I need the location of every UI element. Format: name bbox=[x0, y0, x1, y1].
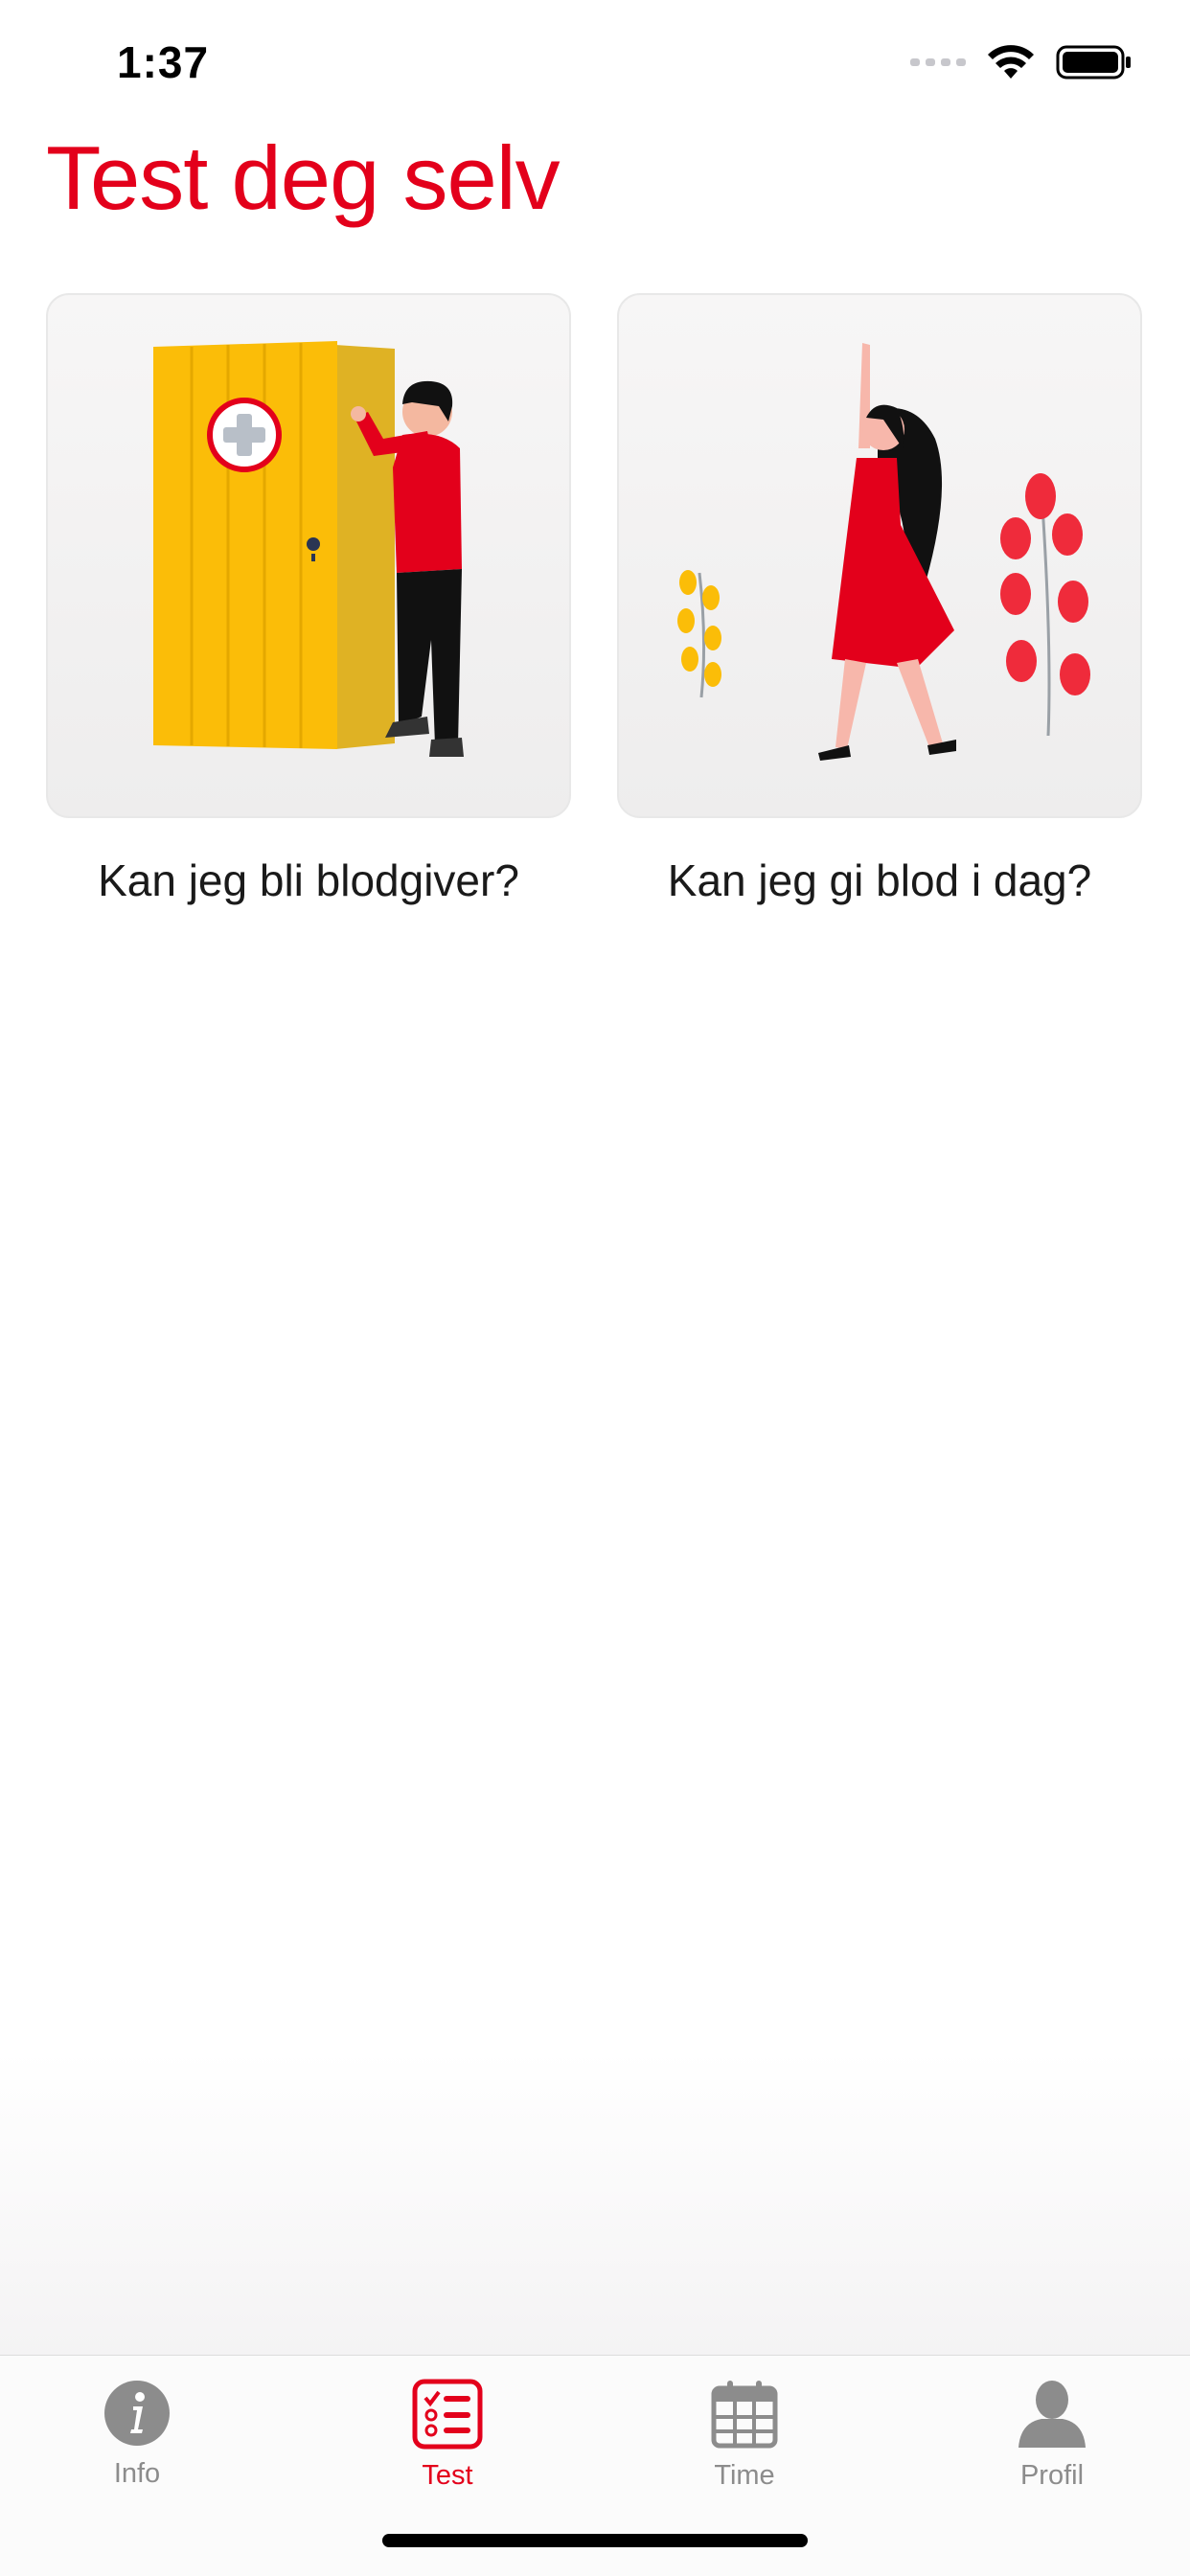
dancing-woman-illustration bbox=[617, 293, 1142, 818]
wifi-icon bbox=[988, 45, 1034, 79]
card-can-i-donate-today[interactable]: Kan jeg gi blod i dag? bbox=[617, 293, 1142, 906]
tab-profil[interactable]: Profil bbox=[975, 2379, 1129, 2492]
tab-info[interactable]: Info bbox=[60, 2379, 214, 2490]
cellular-signal-icon bbox=[910, 58, 966, 66]
tab-label: Time bbox=[714, 2460, 775, 2491]
card-label: Kan jeg bli blodgiver? bbox=[98, 855, 519, 905]
card-label: Kan jeg gi blod i dag? bbox=[667, 855, 1092, 905]
tab-label: Profil bbox=[1019, 2460, 1085, 2491]
tab-time[interactable]: Time bbox=[668, 2379, 821, 2492]
tab-test[interactable]: Test bbox=[371, 2379, 524, 2492]
info-icon bbox=[104, 2381, 170, 2446]
calendar-icon bbox=[711, 2381, 778, 2449]
checklist-icon bbox=[412, 2379, 483, 2450]
card-can-i-become-donor[interactable]: Kan jeg bli blodgiver? bbox=[46, 293, 571, 906]
door-person-illustration bbox=[46, 293, 571, 818]
battery-icon bbox=[1056, 45, 1131, 80]
bottom-fade bbox=[0, 2050, 1190, 2357]
tab-label: Info bbox=[113, 2458, 161, 2489]
status-time: 1:37 bbox=[117, 37, 210, 87]
page-title: Test deg selv bbox=[46, 127, 561, 228]
status-bar: 1:37 bbox=[0, 0, 1190, 134]
person-icon bbox=[1018, 2381, 1086, 2448]
status-icons bbox=[910, 44, 1133, 80]
home-indicator[interactable] bbox=[382, 2534, 808, 2547]
tab-label: Test bbox=[422, 2460, 473, 2491]
